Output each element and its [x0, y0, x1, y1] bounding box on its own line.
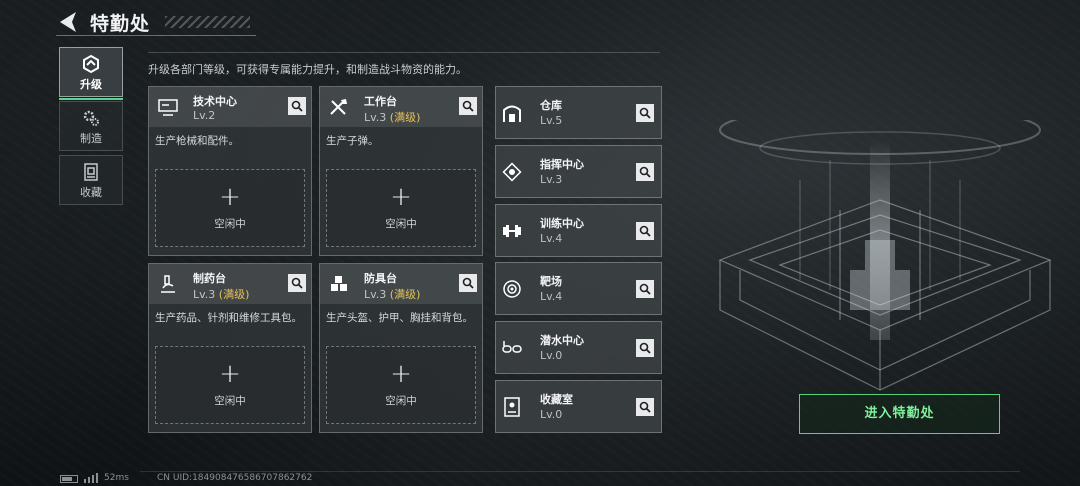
station-card-tech-center[interactable]: 技术中心 Lv.2 生产枪械和配件。 + 空闲中 [148, 86, 312, 256]
target-icon [503, 280, 521, 298]
card-title: 防具台 [364, 272, 397, 285]
title-underline [56, 35, 256, 36]
facility-level: Lv.0 [540, 408, 563, 421]
card-level: Lv.3 (满级) [364, 111, 421, 124]
user-uid: CN UID:1849084765867078627​62 [157, 473, 313, 483]
nav-label: 收藏 [80, 186, 102, 199]
search-icon[interactable] [288, 274, 306, 292]
facility-name: 收藏室 [540, 393, 573, 406]
search-icon[interactable] [636, 398, 654, 416]
plus-icon: + [390, 359, 412, 389]
search-icon[interactable] [636, 163, 654, 181]
nav-tab-craft[interactable]: 制造 [59, 101, 123, 151]
facility-command-center[interactable]: 指挥中心 Lv.3 [495, 145, 662, 198]
section-description: 升级各部门等级，可获得专属能力提升，和制造战斗物资的能力。 [148, 63, 467, 76]
card-title: 技术中心 [193, 95, 237, 108]
slot-status: 空闲中 [385, 395, 417, 407]
section-divider [148, 52, 660, 53]
diving-goggles-icon [502, 341, 522, 353]
card-level: Lv.3 (满级) [364, 288, 421, 301]
collection-icon [84, 163, 98, 181]
card-level: Lv.3 (满级) [193, 288, 250, 301]
ping-readout: 52ms [104, 473, 129, 483]
card-title: 工作台 [364, 95, 397, 108]
production-slot[interactable]: + 空闲中 [326, 169, 476, 247]
facility-diving-center[interactable]: 潜水中心 Lv.0 [495, 321, 662, 374]
facility-level: Lv.4 [540, 290, 563, 303]
card-description: 生产头盔、护甲、胸挂和背包。 [326, 312, 473, 324]
station-card-armor-bench[interactable]: 防具台 Lv.3 (满级) 生产头盔、护甲、胸挂和背包。 + 空闲中 [319, 263, 483, 433]
back-arrow-icon[interactable] [56, 10, 82, 34]
search-icon[interactable] [459, 274, 477, 292]
facility-warehouse[interactable]: 仓库 Lv.5 [495, 86, 662, 139]
card-description: 生产药品、针剂和维修工具包。 [155, 312, 302, 324]
production-slot[interactable]: + 空闲中 [155, 169, 305, 247]
page-title: 特勤处 [90, 13, 151, 35]
search-icon[interactable] [288, 97, 306, 115]
chip-icon [502, 162, 522, 182]
nav-tab-upgrade[interactable]: 升级 [59, 47, 123, 100]
plus-icon: + [390, 182, 412, 212]
search-icon[interactable] [636, 280, 654, 298]
facility-level: Lv.4 [540, 232, 563, 245]
facility-level: Lv.5 [540, 114, 563, 127]
battery-icon [60, 475, 78, 483]
slot-status: 空闲中 [385, 218, 417, 230]
upgrade-icon [83, 54, 99, 74]
enter-special-ops-button[interactable]: 进入特勤处 [799, 394, 1000, 434]
search-icon[interactable] [636, 222, 654, 240]
card-level: Lv.2 [193, 109, 216, 122]
nav-label: 制造 [80, 132, 102, 145]
base-hologram-illustration [718, 120, 1052, 391]
production-slot[interactable]: + 空闲中 [326, 346, 476, 424]
facility-name: 训练中心 [540, 217, 584, 230]
plus-icon: + [219, 182, 241, 212]
search-icon[interactable] [636, 104, 654, 122]
plus-icon: + [219, 359, 241, 389]
facility-name: 仓库 [540, 99, 562, 112]
facility-level: Lv.3 [540, 173, 563, 186]
title-stripes [165, 16, 250, 28]
card-title: 制药台 [193, 272, 226, 285]
computer-icon [158, 99, 178, 116]
display-case-icon [504, 397, 520, 417]
dumbbell-icon [503, 225, 521, 237]
card-description: 生产子弹。 [326, 135, 379, 147]
search-icon[interactable] [636, 339, 654, 357]
facility-level: Lv.0 [540, 349, 563, 362]
production-slot[interactable]: + 空闲中 [155, 346, 305, 424]
facility-name: 指挥中心 [540, 158, 584, 171]
armor-boxes-icon [331, 276, 347, 291]
facility-collection-room[interactable]: 收藏室 Lv.0 [495, 380, 662, 433]
microscope-icon [161, 275, 175, 293]
slot-status: 空闲中 [214, 218, 246, 230]
search-icon[interactable] [459, 97, 477, 115]
tools-icon [330, 99, 347, 115]
station-card-pharmacy[interactable]: 制药台 Lv.3 (满级) 生产药品、针剂和维修工具包。 + 空闲中 [148, 263, 312, 433]
signal-icon [84, 473, 98, 483]
nav-label: 升级 [80, 78, 102, 91]
nav-tab-collection[interactable]: 收藏 [59, 155, 123, 205]
status-footer: 52ms CN UID:1849084765867078627​62 [0, 470, 1080, 486]
slot-status: 空闲中 [214, 395, 246, 407]
facility-name: 潜水中心 [540, 334, 584, 347]
footer-line [140, 471, 1020, 472]
warehouse-icon [503, 105, 521, 122]
facility-shooting-range[interactable]: 靶场 Lv.4 [495, 262, 662, 315]
station-card-workbench[interactable]: 工作台 Lv.3 (满级) 生产子弹。 + 空闲中 [319, 86, 483, 256]
header: 特勤处 [0, 0, 1080, 44]
gears-icon [83, 110, 99, 126]
facility-name: 靶场 [540, 275, 562, 288]
facility-training-center[interactable]: 训练中心 Lv.4 [495, 204, 662, 257]
card-description: 生产枪械和配件。 [155, 135, 239, 147]
